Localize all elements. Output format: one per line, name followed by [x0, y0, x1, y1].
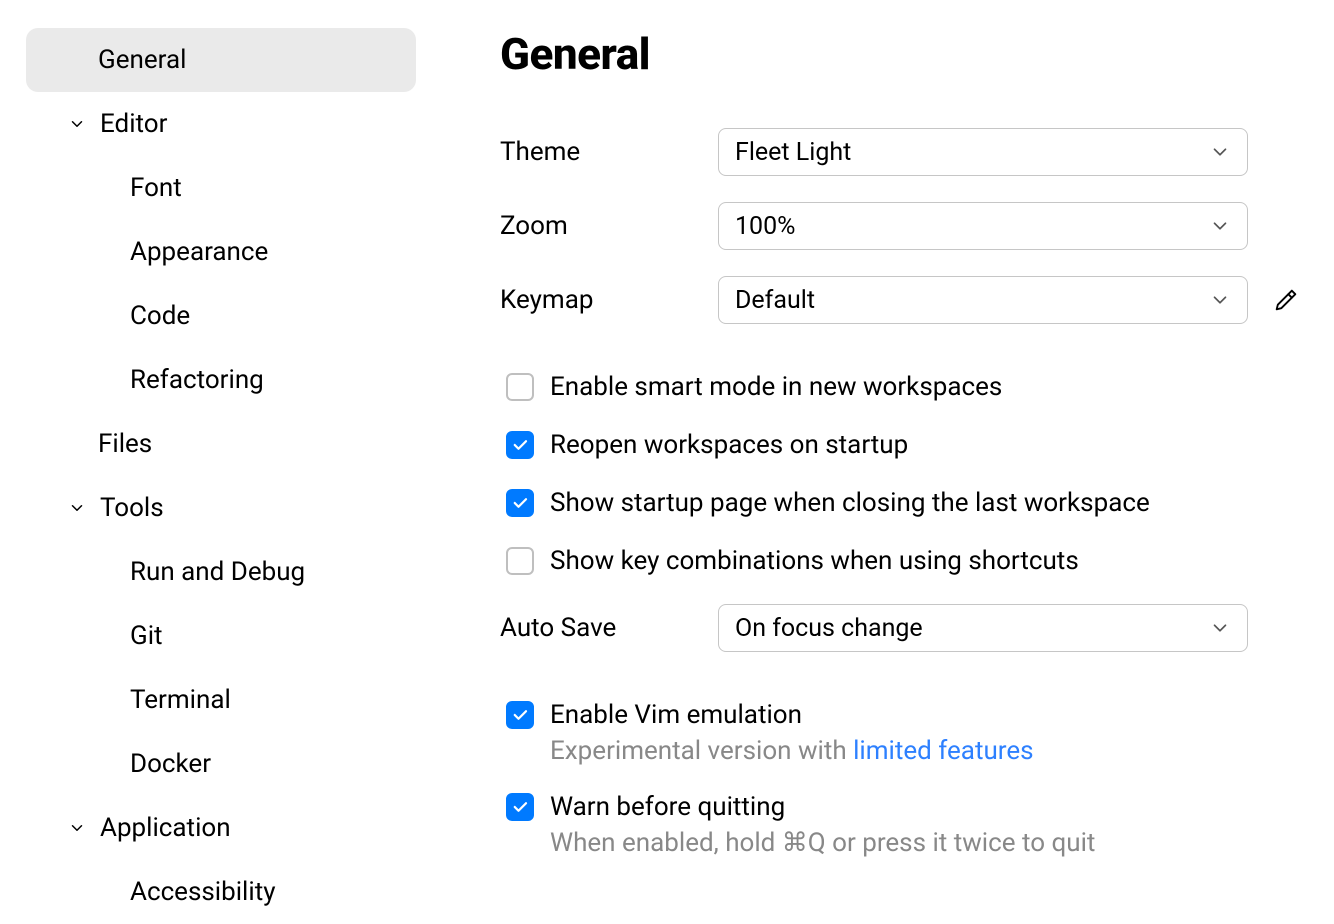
vim-description: Experimental version with limited featur… [550, 736, 1302, 766]
row-vim: Enable Vim emulation [500, 700, 1302, 730]
show-startup-checkbox[interactable] [506, 489, 534, 517]
row-show-keycombos: Show key combinations when using shortcu… [500, 546, 1302, 576]
sidebar-item-label: Code [130, 301, 190, 331]
row-show-startup: Show startup page when closing the last … [500, 488, 1302, 518]
sidebar-item-label: Files [98, 429, 152, 459]
show-keycombos-checkbox[interactable] [506, 547, 534, 575]
chevron-down-icon [1209, 215, 1231, 237]
theme-select[interactable]: Fleet Light [718, 128, 1248, 176]
sidebar-item-label: Docker [130, 749, 211, 779]
chevron-down-icon [62, 813, 92, 843]
sidebar-item-label: Tools [100, 493, 164, 523]
sidebar-item-terminal[interactable]: Terminal [26, 668, 416, 732]
autosave-select[interactable]: On focus change [718, 604, 1248, 652]
sidebar-item-label: Git [130, 621, 163, 651]
sidebar-item-tools[interactable]: Tools [26, 476, 416, 540]
warn-quit-checkbox[interactable] [506, 793, 534, 821]
sidebar-item-label: Accessibility [130, 877, 276, 907]
keymap-select[interactable]: Default [718, 276, 1248, 324]
sidebar-item-application[interactable]: Application [26, 796, 416, 860]
zoom-label: Zoom [500, 211, 718, 241]
sidebar-item-label: Application [100, 813, 231, 843]
sidebar-item-label: Run and Debug [130, 557, 305, 587]
chevron-down-icon [62, 493, 92, 523]
chevron-down-icon [1209, 617, 1231, 639]
row-warn-quit: Warn before quitting [500, 792, 1302, 822]
row-reopen: Reopen workspaces on startup [500, 430, 1302, 460]
sidebar-item-refactoring[interactable]: Refactoring [26, 348, 416, 412]
sidebar-item-font[interactable]: Font [26, 156, 416, 220]
sidebar-item-run-debug[interactable]: Run and Debug [26, 540, 416, 604]
sidebar-item-label: Font [130, 173, 182, 203]
sidebar-item-accessibility[interactable]: Accessibility [26, 860, 416, 924]
sidebar-item-editor[interactable]: Editor [26, 92, 416, 156]
smart-mode-label: Enable smart mode in new workspaces [550, 372, 1002, 402]
keymap-label: Keymap [500, 285, 718, 315]
zoom-select[interactable]: 100% [718, 202, 1248, 250]
row-theme: Theme Fleet Light [500, 128, 1302, 176]
sidebar-item-label: Editor [100, 109, 167, 139]
chevron-down-icon [1209, 141, 1231, 163]
warn-quit-label: Warn before quitting [550, 792, 785, 822]
theme-label: Theme [500, 137, 718, 167]
main-panel: General Theme Fleet Light Zoom 100% Keym… [440, 0, 1334, 924]
sidebar: General Editor Font Appearance Code Refa… [0, 0, 440, 924]
reopen-checkbox[interactable] [506, 431, 534, 459]
row-zoom: Zoom 100% [500, 202, 1302, 250]
autosave-label: Auto Save [500, 613, 718, 643]
show-keycombos-label: Show key combinations when using shortcu… [550, 546, 1079, 576]
smart-mode-checkbox[interactable] [506, 373, 534, 401]
sidebar-item-label: Terminal [130, 685, 231, 715]
chevron-down-icon [1209, 289, 1231, 311]
zoom-select-value: 100% [735, 212, 795, 241]
pencil-icon[interactable] [1272, 286, 1300, 314]
sidebar-item-appearance[interactable]: Appearance [26, 220, 416, 284]
autosave-select-value: On focus change [735, 614, 923, 643]
sidebar-item-general[interactable]: General [26, 28, 416, 92]
sidebar-item-docker[interactable]: Docker [26, 732, 416, 796]
vim-checkbox[interactable] [506, 701, 534, 729]
chevron-down-icon [62, 109, 92, 139]
vim-desc-prefix: Experimental version with [550, 736, 853, 766]
sidebar-item-git[interactable]: Git [26, 604, 416, 668]
vim-features-link[interactable]: limited features [853, 736, 1033, 766]
keymap-select-value: Default [735, 286, 815, 315]
row-keymap: Keymap Default [500, 276, 1302, 324]
warn-quit-description: When enabled, hold ⌘Q or press it twice … [550, 828, 1302, 858]
sidebar-item-label: Appearance [130, 237, 268, 267]
reopen-label: Reopen workspaces on startup [550, 430, 908, 460]
show-startup-label: Show startup page when closing the last … [550, 488, 1150, 518]
sidebar-item-files[interactable]: Files [26, 412, 416, 476]
sidebar-item-code[interactable]: Code [26, 284, 416, 348]
sidebar-item-label: General [98, 45, 186, 75]
vim-label: Enable Vim emulation [550, 700, 802, 730]
sidebar-item-label: Refactoring [130, 365, 264, 395]
page-title: General [500, 28, 1302, 80]
row-autosave: Auto Save On focus change [500, 604, 1302, 652]
theme-select-value: Fleet Light [735, 138, 851, 167]
row-smart-mode: Enable smart mode in new workspaces [500, 372, 1302, 402]
